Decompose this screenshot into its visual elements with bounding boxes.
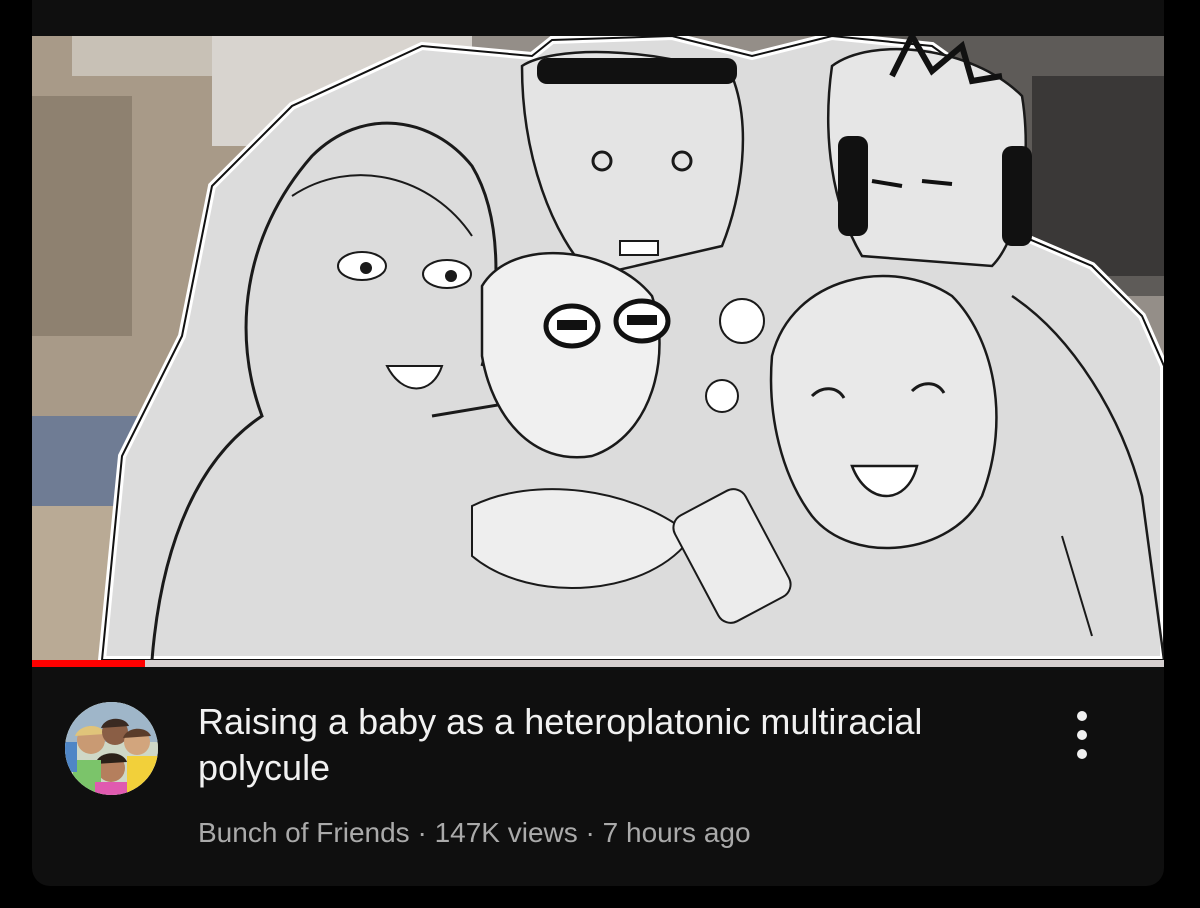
upload-age: 7 hours ago (602, 817, 751, 848)
view-count: 147K views (434, 817, 578, 848)
dot (1077, 711, 1087, 721)
thumbnail-illustration (32, 36, 1164, 660)
video-thumbnail[interactable] (32, 36, 1164, 660)
dot (1077, 730, 1087, 740)
video-title[interactable]: Raising a baby as a heteroplatonic multi… (198, 699, 1018, 791)
avatar-image (65, 702, 158, 795)
watch-progress-fill (32, 660, 146, 667)
channel-name[interactable]: Bunch of Friends (198, 817, 410, 848)
watch-progress-bar[interactable] (32, 660, 1164, 667)
channel-avatar[interactable] (65, 702, 158, 795)
meta-separator: · (577, 817, 603, 848)
video-card[interactable]: Raising a baby as a heteroplatonic multi… (32, 0, 1164, 886)
video-metadata: Bunch of Friends · 147K views · 7 hours … (198, 817, 751, 849)
video-info: Raising a baby as a heteroplatonic multi… (32, 667, 1164, 886)
meta-separator: · (409, 817, 435, 848)
screen: Raising a baby as a heteroplatonic multi… (0, 0, 1200, 908)
more-options-button[interactable] (1062, 707, 1102, 763)
dot (1077, 749, 1087, 759)
